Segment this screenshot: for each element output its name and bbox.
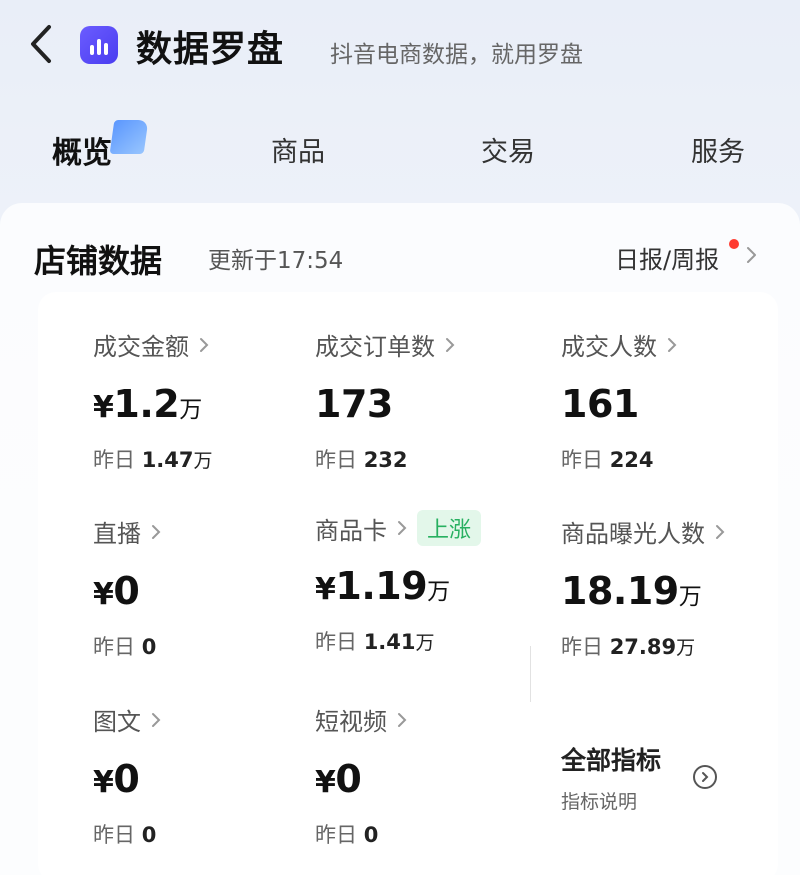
metric-buyers[interactable]: 成交人数 161 昨日 224 <box>561 327 677 474</box>
metric-exposure[interactable]: 商品曝光人数 18.19万 昨日 27.89万 <box>561 514 725 661</box>
yesterday-label: 昨日 <box>561 448 603 472</box>
yesterday-label: 昨日 <box>561 635 603 659</box>
chevron-right-icon <box>747 247 756 263</box>
yesterday-label: 昨日 <box>315 630 357 654</box>
yesterday-unit: 万 <box>193 450 213 472</box>
report-link[interactable]: 日报/周报 <box>615 240 719 275</box>
chevron-right-icon <box>398 712 407 727</box>
section-title: 店铺数据 <box>34 242 163 280</box>
metric-value: 161 <box>561 382 639 426</box>
metric-product-card[interactable]: 商品卡 上涨 ¥1.19万 昨日 1.41万 <box>315 510 482 656</box>
chevron-right-icon <box>200 337 209 352</box>
app-title: 数据罗盘 <box>136 29 285 70</box>
metric-value: 1.2 <box>113 382 180 426</box>
metric-unit: 万 <box>678 584 702 610</box>
metric-value: 0 <box>335 757 362 801</box>
all-metrics-title: 全部指标 <box>561 746 662 775</box>
metric-gmv[interactable]: 成交金额 ¥1.2万 昨日 1.47万 <box>93 327 213 474</box>
compass-logo-icon <box>80 26 118 64</box>
metric-label: 成交订单数 <box>315 333 435 361</box>
metric-short-video[interactable]: 短视频 ¥0 昨日 0 <box>315 702 407 849</box>
app-slogan: 抖音电商数据，就用罗盘 <box>330 42 583 68</box>
yesterday-value: 1.47 <box>141 448 194 472</box>
metric-label: 图文 <box>93 708 141 736</box>
yesterday-value: 0 <box>141 635 157 659</box>
metrics-explanation: 指标说明 <box>561 791 638 813</box>
notification-dot <box>729 239 739 249</box>
yesterday-label: 昨日 <box>93 635 135 659</box>
tab-service[interactable]: 服务 <box>691 130 745 169</box>
all-metrics-link[interactable]: 全部指标 指标说明 <box>561 741 661 814</box>
metric-label: 直播 <box>93 520 141 548</box>
back-button[interactable] <box>24 22 58 66</box>
yesterday-value: 232 <box>363 448 408 472</box>
chevron-right-icon <box>446 337 455 352</box>
currency-symbol: ¥ <box>93 765 114 800</box>
metric-value: 0 <box>113 569 140 613</box>
app-header: 数据罗盘 抖音电商数据，就用罗盘 <box>0 0 800 90</box>
yesterday-label: 昨日 <box>93 823 135 847</box>
metric-label: 短视频 <box>315 708 387 736</box>
yesterday-label: 昨日 <box>315 823 357 847</box>
chevron-right-icon <box>152 712 161 727</box>
yesterday-unit: 万 <box>676 637 696 659</box>
yesterday-value: 224 <box>609 448 654 472</box>
metric-label: 成交人数 <box>561 333 657 361</box>
metric-unit: 万 <box>179 397 202 423</box>
divider <box>530 646 531 702</box>
yesterday-value: 27.89 <box>609 635 677 659</box>
metric-value: 1.19 <box>335 564 428 608</box>
yesterday-label: 昨日 <box>93 448 135 472</box>
tab-overview[interactable]: 概览 <box>52 128 112 172</box>
chevron-right-icon <box>716 524 725 539</box>
currency-symbol: ¥ <box>93 577 114 612</box>
metric-unit: 万 <box>427 579 450 605</box>
metric-value: 18.19 <box>561 569 679 613</box>
yesterday-label: 昨日 <box>315 448 357 472</box>
metric-orders[interactable]: 成交订单数 173 昨日 232 <box>315 327 455 474</box>
metric-value: 0 <box>113 757 140 801</box>
yesterday-value: 0 <box>141 823 157 847</box>
currency-symbol: ¥ <box>315 765 336 800</box>
circle-chevron-right-icon[interactable] <box>693 765 717 789</box>
yesterday-unit: 万 <box>415 632 435 654</box>
metric-value: 173 <box>315 382 393 426</box>
metric-graphic[interactable]: 图文 ¥0 昨日 0 <box>93 702 161 849</box>
yesterday-value: 0 <box>363 823 379 847</box>
metric-live[interactable]: 直播 ¥0 昨日 0 <box>93 514 161 661</box>
updated-time: 更新于17:54 <box>208 248 344 274</box>
tab-bar: 概览 商品 交易 服务 <box>0 118 800 178</box>
tab-products[interactable]: 商品 <box>271 130 325 169</box>
currency-symbol: ¥ <box>315 572 336 607</box>
chevron-right-icon <box>668 337 677 352</box>
chevron-left-icon <box>31 25 51 63</box>
trend-up-badge: 上涨 <box>417 510 482 546</box>
currency-symbol: ¥ <box>93 390 114 425</box>
chevron-right-icon <box>398 521 407 535</box>
yesterday-value: 1.41 <box>363 630 416 654</box>
metric-label: 商品曝光人数 <box>561 520 705 548</box>
metric-label: 商品卡 <box>315 516 387 545</box>
tab-transactions[interactable]: 交易 <box>481 130 535 169</box>
metric-label: 成交金额 <box>93 333 189 361</box>
chevron-right-icon <box>152 524 161 539</box>
